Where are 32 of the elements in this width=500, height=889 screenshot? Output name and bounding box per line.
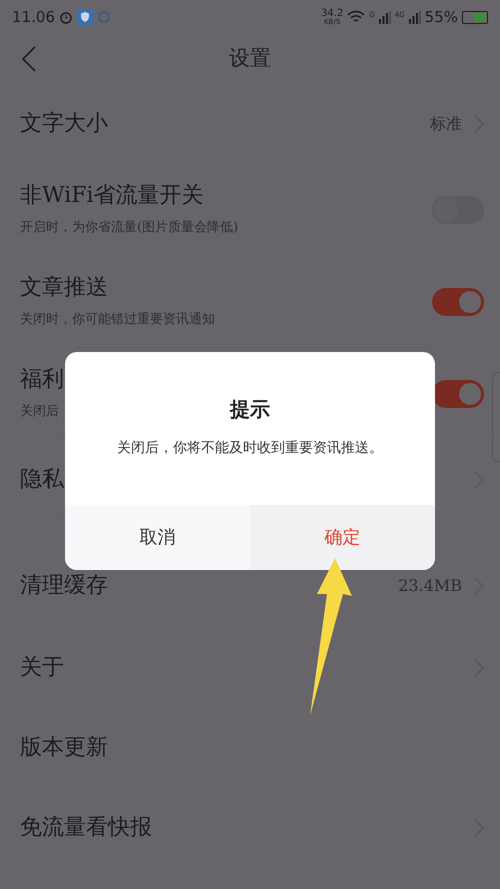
setting-title: 福利: [20, 366, 64, 394]
setting-title: 隐私: [20, 466, 64, 494]
loading-icon: [96, 10, 111, 24]
setting-description: 关闭后: [20, 402, 60, 420]
network-speed: 34.2: [321, 8, 344, 18]
battery-icon: [462, 10, 488, 24]
setting-title: 版本更新: [20, 734, 108, 762]
dialog-message: 关闭后，你将不能及时收到重要资讯推送。: [117, 439, 383, 458]
setting-title: 清理缓存: [20, 572, 108, 600]
battery-percent: 55%: [424, 6, 458, 28]
page-title: 设置: [229, 45, 271, 72]
setting-title: 文字大小: [20, 110, 108, 138]
setting-value: 标准: [430, 112, 462, 134]
setting-title: 非WiFi省流量开关: [20, 182, 205, 210]
shield-icon: [76, 9, 93, 25]
dialog-title: 提示: [230, 396, 270, 423]
wifi-icon: [347, 10, 366, 24]
setting-title: 文章推送: [20, 274, 109, 302]
setting-title: 关于: [20, 654, 64, 682]
signal-icon: [378, 10, 391, 24]
status-time: 11.06: [12, 6, 55, 28]
alarm-clock-icon: [58, 10, 73, 24]
setting-description: 关闭时，你可能错过重要资讯通知: [20, 310, 215, 328]
dialog-button[interactable]: 取消: [65, 505, 250, 570]
signal-icon: [408, 10, 421, 24]
back-icon[interactable]: [22, 46, 36, 72]
setting-description: 开启时，为你省流量(图片质量会降低): [20, 218, 238, 236]
setting-title: 免流量看快报: [20, 814, 152, 842]
setting-value: 23.4MB: [398, 574, 462, 596]
dialog-button[interactable]: 确定: [250, 505, 435, 570]
toggle-switch[interactable]: [432, 380, 484, 408]
toggle-switch[interactable]: [432, 288, 484, 316]
